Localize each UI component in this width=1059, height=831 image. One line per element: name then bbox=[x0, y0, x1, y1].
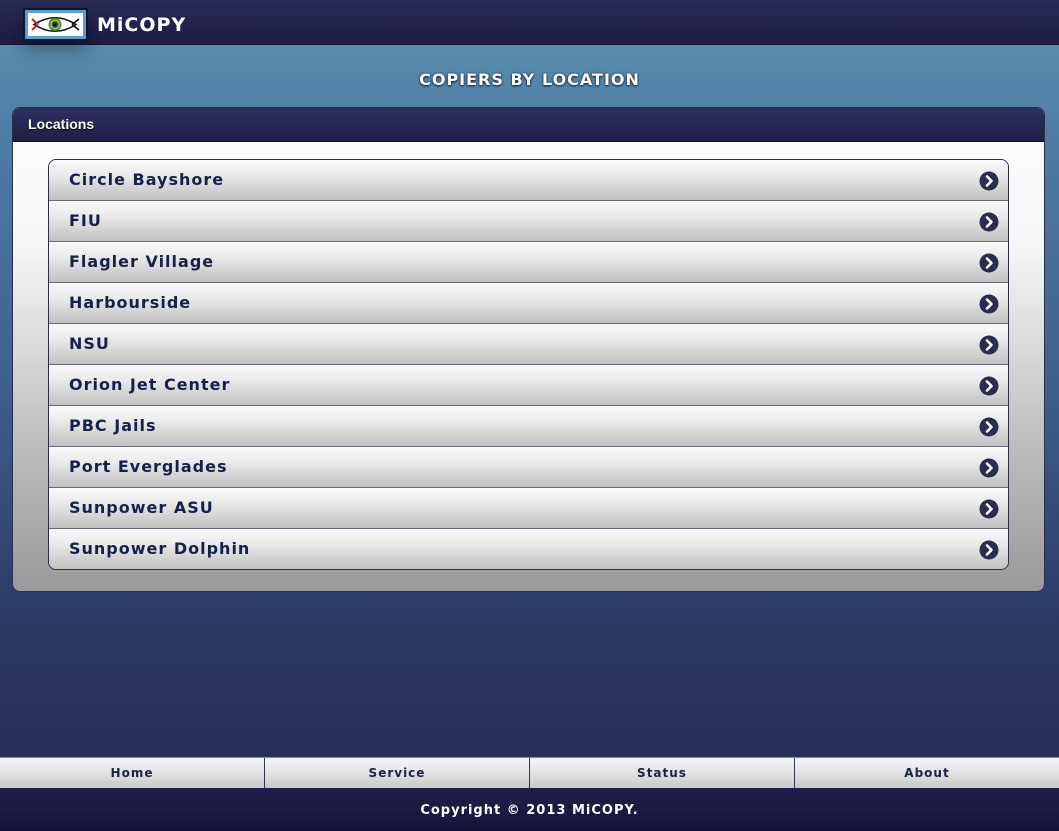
chevron-right-circle-icon bbox=[979, 253, 999, 273]
chevron-right-circle-icon bbox=[979, 212, 999, 232]
list-item-label: Circle Bayshore bbox=[69, 170, 225, 189]
locations-list: Circle Bayshore FIU Flagler Village Harb… bbox=[48, 159, 1009, 570]
chevron-right-circle-icon bbox=[979, 171, 999, 191]
nav-service[interactable]: Service bbox=[264, 758, 529, 789]
list-item-label: Orion Jet Center bbox=[69, 375, 231, 394]
list-item-nsu[interactable]: NSU bbox=[49, 323, 1008, 364]
list-item-label: FIU bbox=[69, 211, 102, 230]
chevron-right-circle-icon bbox=[979, 417, 999, 437]
list-item-sunpower-dolphin[interactable]: Sunpower Dolphin bbox=[49, 528, 1008, 569]
list-item-sunpower-asu[interactable]: Sunpower ASU bbox=[49, 487, 1008, 528]
panel-header-label: Locations bbox=[28, 116, 95, 132]
list-item-flagler-village[interactable]: Flagler Village bbox=[49, 241, 1008, 282]
eye-icon bbox=[28, 13, 83, 36]
chevron-right-circle-icon bbox=[979, 376, 999, 396]
logo[interactable] bbox=[23, 8, 88, 41]
list-item-label: Harbourside bbox=[69, 293, 192, 312]
chevron-right-circle-icon bbox=[979, 294, 999, 314]
chevron-right-circle-icon bbox=[979, 458, 999, 478]
list-item-orion-jet-center[interactable]: Orion Jet Center bbox=[49, 364, 1008, 405]
list-item-harbourside[interactable]: Harbourside bbox=[49, 282, 1008, 323]
panel-header: Locations bbox=[13, 108, 1044, 142]
list-item-label: PBC Jails bbox=[69, 416, 157, 435]
list-item-label: Port Everglades bbox=[69, 457, 228, 476]
top-bar: MiCOPY bbox=[0, 0, 1059, 45]
copyright-text: Copyright © 2013 MiCOPY. bbox=[420, 803, 639, 818]
nav-home[interactable]: Home bbox=[0, 758, 264, 789]
locations-panel: Locations Circle Bayshore FIU Flagler Vi… bbox=[12, 107, 1045, 592]
list-item-fiu[interactable]: FIU bbox=[49, 200, 1008, 241]
list-item-label: NSU bbox=[69, 334, 110, 353]
bottom-nav: Home Service Status About bbox=[0, 757, 1059, 789]
list-item-label: Sunpower ASU bbox=[69, 498, 214, 517]
list-item-circle-bayshore[interactable]: Circle Bayshore bbox=[49, 160, 1008, 200]
list-item-label: Sunpower Dolphin bbox=[69, 539, 251, 558]
chevron-right-circle-icon bbox=[979, 499, 999, 519]
list-item-port-everglades[interactable]: Port Everglades bbox=[49, 446, 1008, 487]
chevron-right-circle-icon bbox=[979, 335, 999, 355]
nav-about[interactable]: About bbox=[794, 758, 1059, 789]
chevron-right-circle-icon bbox=[979, 540, 999, 560]
footer: Copyright © 2013 MiCOPY. bbox=[0, 788, 1059, 831]
page-title: COPIERS BY LOCATION bbox=[419, 70, 640, 89]
list-item-pbc-jails[interactable]: PBC Jails bbox=[49, 405, 1008, 446]
list-item-label: Flagler Village bbox=[69, 252, 215, 271]
brand-name: MiCOPY bbox=[97, 14, 187, 36]
nav-status[interactable]: Status bbox=[529, 758, 794, 789]
